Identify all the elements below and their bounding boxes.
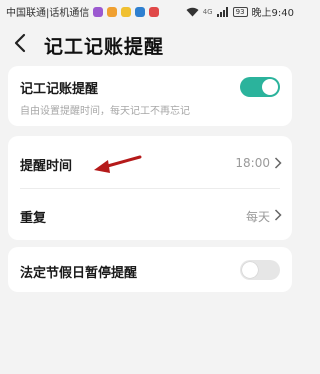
reminder-time-row[interactable]: 提醒时间 18:00 [8,136,292,188]
network-type: 4G [202,7,213,16]
reminder-label: 记工记账提醒 [20,82,99,97]
app-icon-3 [121,6,132,17]
back-arrow-icon [14,33,26,53]
signal-icon [216,6,228,17]
clock-text: 晚上9:40 [251,8,294,19]
holiday-pause-toggle[interactable] [240,260,280,280]
chevron-right-icon [274,157,282,169]
holiday-card: 法定节假日暂停提醒 [8,247,292,292]
schedule-card: 提醒时间 18:00 重复 每天 [8,136,292,240]
app-icon-1 [93,6,104,17]
app-icon-2 [107,6,118,17]
carrier-text: 中国联通|话机通信 [6,8,90,19]
reminder-description: 自由设置提醒时间，每天记工不再忘记 [20,106,190,117]
repeat-value: 每天 [245,210,270,224]
status-bar: 中国联通|话机通信 4G 93 晚上9:40 [0,0,300,22]
reminder-time-value: 18:00 [235,156,270,170]
holiday-pause-label: 法定节假日暂停提醒 [20,266,138,281]
page-title: 记工记账提醒 [44,36,165,58]
reminder-toggle[interactable] [240,77,280,97]
status-bar-right: 4G 93 晚上9:40 [186,4,294,19]
status-bar-left: 中国联通|话机通信 [6,4,160,19]
battery-icon: 93 [232,6,248,17]
back-button[interactable] [10,30,34,56]
repeat-row[interactable]: 重复 每天 [8,189,292,240]
app-icon-4 [135,6,146,17]
toggle-knob [242,262,258,278]
title-bar: 记工记账提醒 [0,24,300,64]
chevron-right-icon [274,209,282,221]
reminder-card: 记工记账提醒 自由设置提醒时间，每天记工不再忘记 [8,66,292,126]
wifi-icon [186,7,199,16]
toggle-knob [262,79,278,95]
annotation-arrow-icon [94,155,142,173]
reminder-time-label: 提醒时间 [20,159,73,174]
app-icon-5 [149,6,160,17]
repeat-label: 重复 [20,211,47,226]
